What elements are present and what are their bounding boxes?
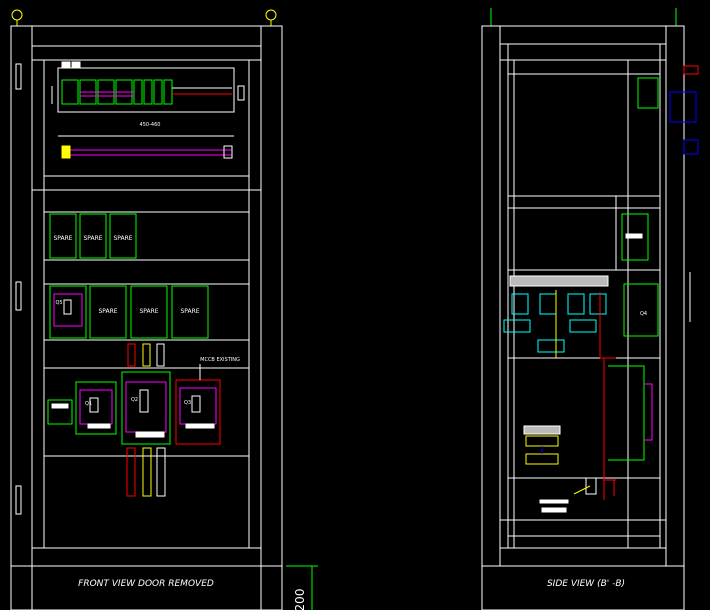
front-view-title: FRONT VIEW DOOR REMOVED (78, 579, 214, 589)
side-view-title: SIDE VIEW (B' -B) (547, 579, 625, 589)
breaker-label: Q2 (131, 397, 138, 403)
hinge (15, 485, 22, 515)
lifting-eye-right (265, 9, 277, 26)
cad-drawing: 450-460 SPARE SPARE SPARE Q5 SPARE SPARE… (10, 8, 699, 610)
breaker-label: Q3 (184, 400, 191, 406)
spare-label: SPARE (83, 235, 102, 242)
hinge (15, 63, 22, 90)
exist-label: MCCB EXISTING (200, 357, 240, 363)
spare-label: SPARE (98, 308, 117, 315)
front-enclosure (10, 25, 283, 610)
breaker-label: Q1 (85, 401, 92, 407)
side-enclosure (481, 25, 685, 610)
lifting-eye-left (11, 9, 23, 26)
spare-label: SPARE (180, 308, 199, 315)
dimension-label: 200 (293, 589, 307, 610)
breaker-label: Q5 (55, 300, 62, 306)
spare-label: SPARE (139, 308, 158, 315)
spare-label: SPARE (53, 235, 72, 242)
hinge (15, 281, 22, 311)
busbar-label: 450-460 (140, 122, 161, 128)
side-view: Q4 SIDE VIEW (B' -B) (481, 8, 699, 610)
breaker-label: Q4 (640, 311, 647, 317)
front-view: 450-460 SPARE SPARE SPARE Q5 SPARE SPARE… (10, 9, 318, 610)
spare-label: SPARE (113, 235, 132, 242)
